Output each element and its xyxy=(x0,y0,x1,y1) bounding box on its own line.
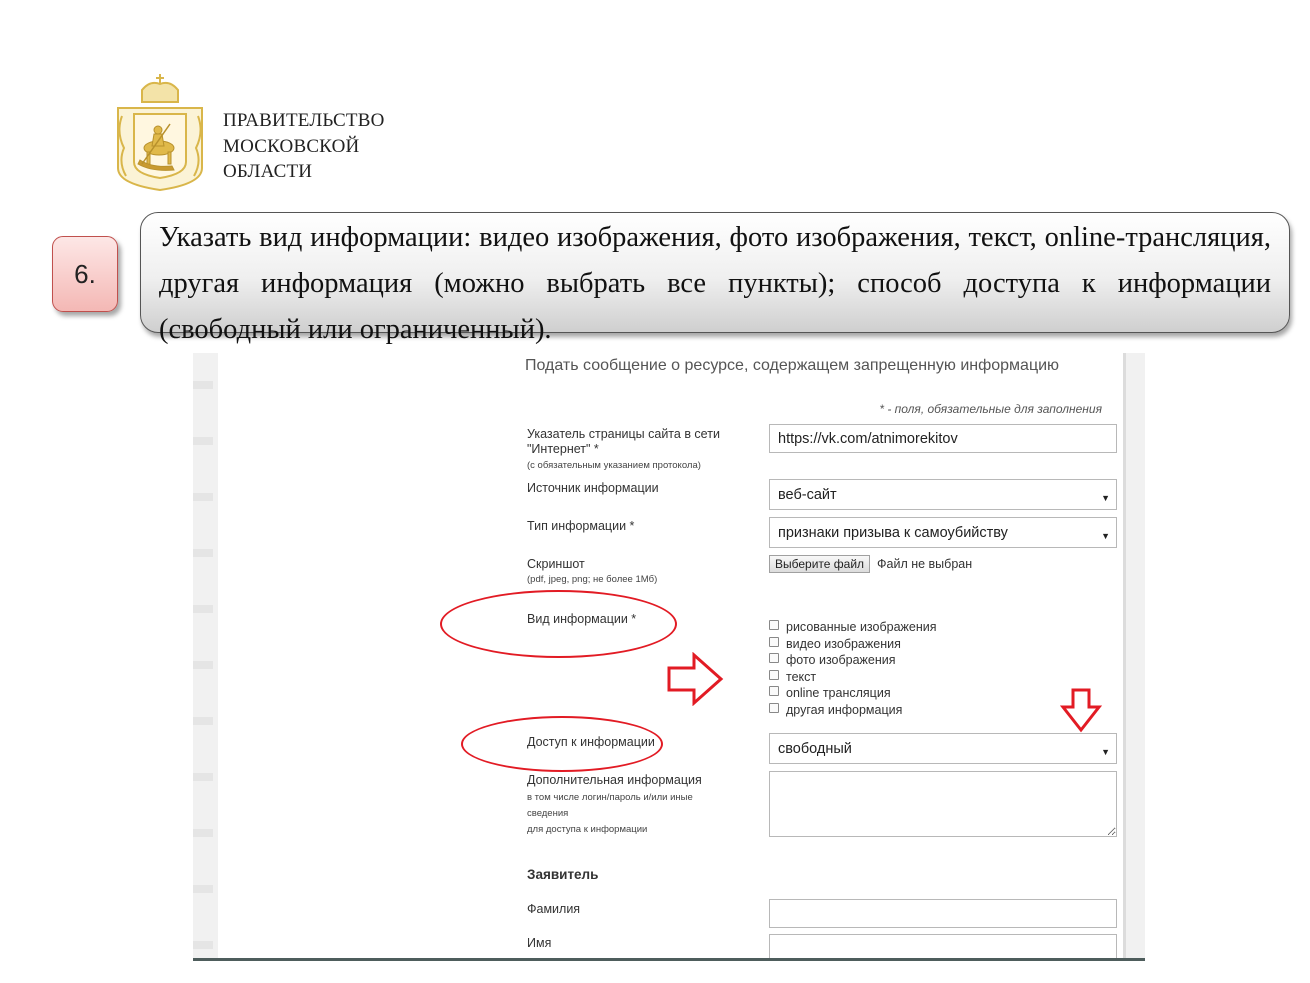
type-select-value: признаки призыва к самоубийству xyxy=(778,525,1008,541)
extra-info-label: Дополнительная информация xyxy=(527,773,702,787)
checkbox-label: видео изображения xyxy=(786,637,901,651)
step-instruction: Указать вид информации: видео изображени… xyxy=(140,212,1290,345)
screenshot-hint: (pdf, jpeg, png; не более 1Мб) xyxy=(527,574,658,585)
surname-input[interactable] xyxy=(769,899,1117,928)
government-title-line: МОСКОВСКОЙ xyxy=(223,135,360,157)
government-title-line: ПРАВИТЕЛЬСТВО xyxy=(223,110,385,131)
checkbox-label: фото изображения xyxy=(786,653,896,667)
extra-info-hint: сведения xyxy=(527,808,569,819)
checkbox-icon xyxy=(769,670,779,680)
red-arrow-right-icon xyxy=(667,652,724,706)
source-select[interactable]: веб-сайт ▼ xyxy=(769,479,1117,510)
first-name-label: Имя xyxy=(527,936,552,950)
checkbox-text[interactable]: текст xyxy=(769,670,816,684)
checkbox-other-info[interactable]: другая информация xyxy=(769,703,902,717)
dropdown-arrow-icon: ▼ xyxy=(1101,493,1110,503)
first-name-input[interactable] xyxy=(769,934,1117,960)
checkbox-icon xyxy=(769,620,779,630)
surname-label: Фамилия xyxy=(527,902,581,916)
screenshot-bottom-edge xyxy=(193,958,1145,961)
access-select-value: свободный xyxy=(778,741,852,757)
dropdown-arrow-icon: ▼ xyxy=(1101,531,1110,541)
type-select[interactable]: признаки призыва к самоубийству ▼ xyxy=(769,517,1117,548)
highlight-ellipse-info-kind xyxy=(440,590,677,658)
extra-info-textarea[interactable] xyxy=(769,771,1117,837)
checkbox-label: online трансляция xyxy=(786,686,891,700)
checkbox-drawn-images[interactable]: рисованные изображения xyxy=(769,620,937,634)
file-status: Файл не выбран xyxy=(877,557,973,571)
panel-border xyxy=(1123,353,1126,960)
dropdown-arrow-icon: ▼ xyxy=(1101,747,1110,757)
highlight-ellipse-access xyxy=(461,716,663,772)
choose-file-button[interactable]: Выберите файл xyxy=(769,555,871,573)
background-watermark xyxy=(193,353,213,960)
checkbox-icon xyxy=(769,686,779,696)
government-title: ПРАВИТЕЛЬСТВО МОСКОВСКОЙ ОБЛАСТИ xyxy=(223,108,385,185)
checkbox-label: другая информация xyxy=(786,703,903,717)
url-hint: (с обязательным указанием протокола) xyxy=(527,460,701,471)
step-number-badge: 6. xyxy=(52,236,118,312)
source-select-value: веб-сайт xyxy=(778,487,837,503)
url-label-cont: "Интернет" * xyxy=(527,442,599,456)
checkbox-photo-images[interactable]: фото изображения xyxy=(769,653,896,667)
form-title: Подать сообщение о ресурсе, содержащем з… xyxy=(525,357,1060,374)
checkbox-icon xyxy=(769,637,779,647)
government-title-line: ОБЛАСТИ xyxy=(223,161,313,182)
checkbox-icon xyxy=(769,653,779,663)
required-fields-note: * - поля, обязательные для заполнения xyxy=(879,402,1102,416)
moscow-region-coat-of-arms-logo xyxy=(117,74,203,192)
checkbox-label: рисованные изображения xyxy=(786,620,937,634)
type-label: Тип информации * xyxy=(527,519,635,533)
red-arrow-down-icon xyxy=(1060,688,1102,733)
url-label: Указатель страницы сайта в сети xyxy=(527,427,720,441)
checkbox-online-stream[interactable]: online трансляция xyxy=(769,686,891,700)
checkbox-icon xyxy=(769,703,779,713)
checkbox-video-images[interactable]: видео изображения xyxy=(769,637,901,651)
checkbox-label: текст xyxy=(786,670,817,684)
applicant-heading: Заявитель xyxy=(527,867,599,882)
extra-info-hint: для доступа к информации xyxy=(527,824,648,835)
access-select[interactable]: свободный ▼ xyxy=(769,733,1117,764)
screenshot-label: Скриншот xyxy=(527,557,585,571)
url-input[interactable]: https://vk.com/atnimorekitov xyxy=(769,424,1117,453)
extra-info-hint: в том числе логин/пароль и/или иные xyxy=(527,792,693,803)
source-label: Источник информации xyxy=(527,481,659,495)
